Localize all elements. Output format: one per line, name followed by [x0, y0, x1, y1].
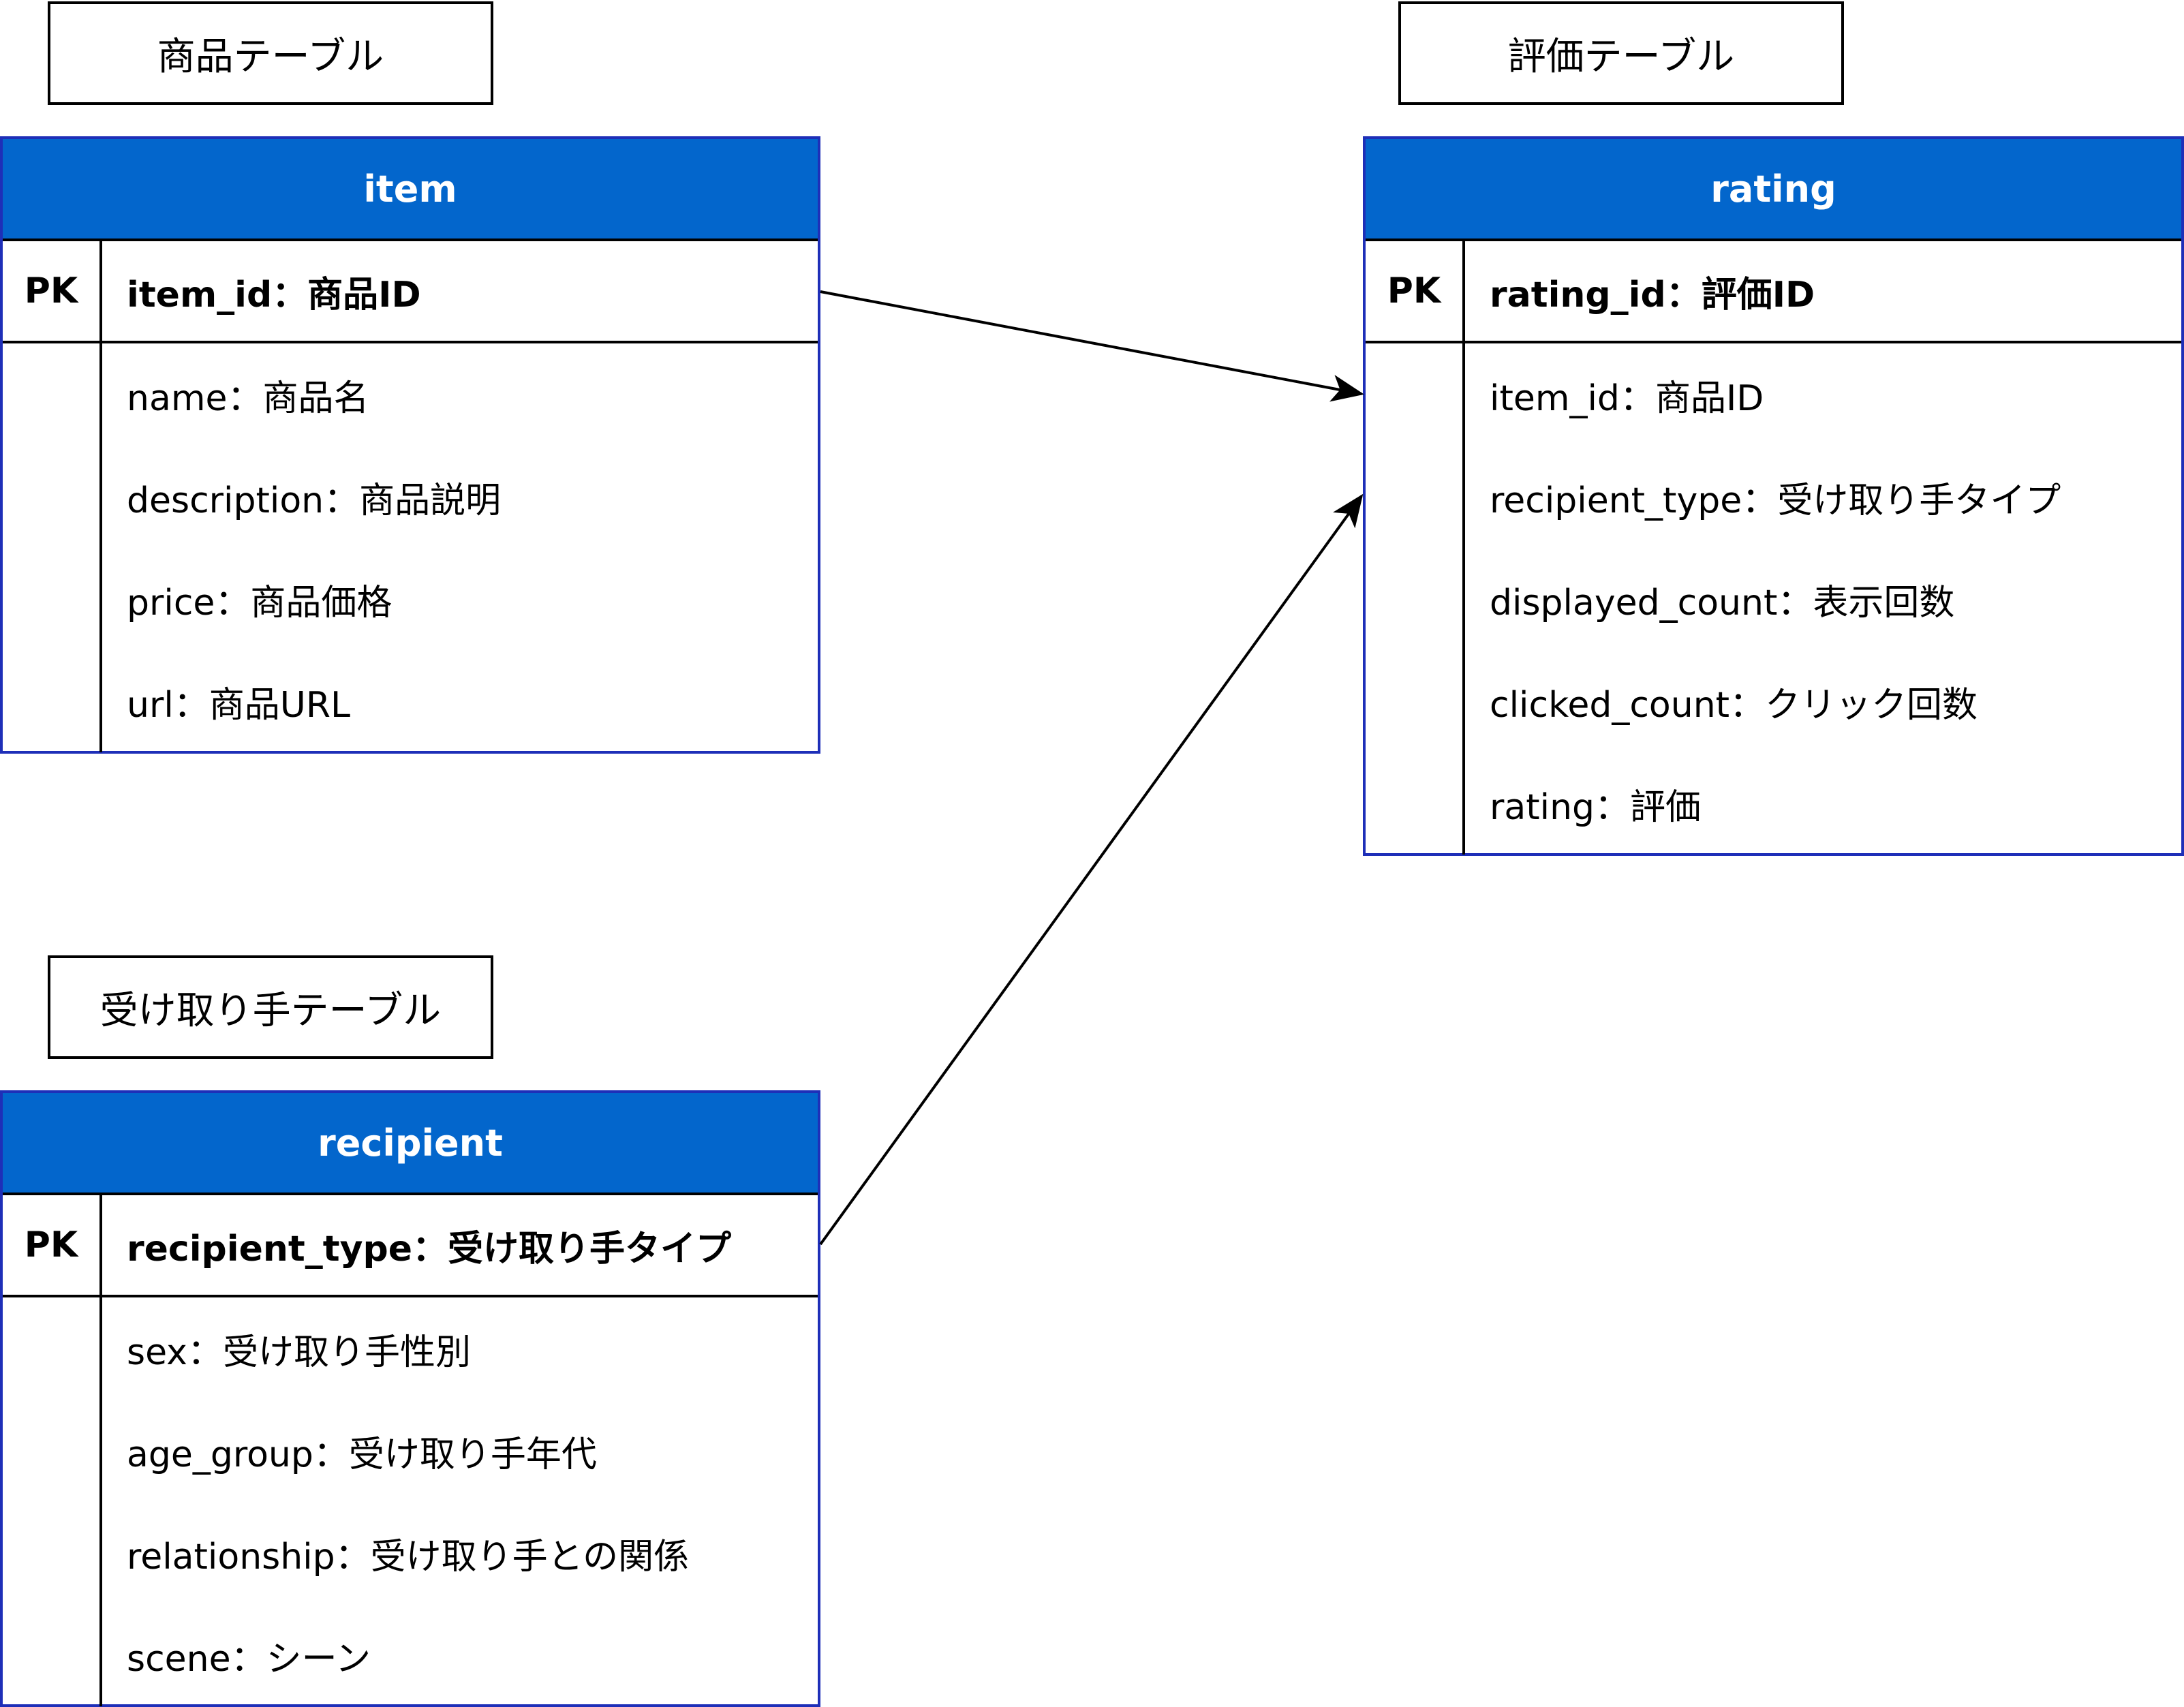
relationship-connectors: [819, 290, 1364, 1246]
item-to-rating-arrow: [820, 290, 1364, 402]
recipient-to-rating-arrow: [819, 493, 1364, 1246]
